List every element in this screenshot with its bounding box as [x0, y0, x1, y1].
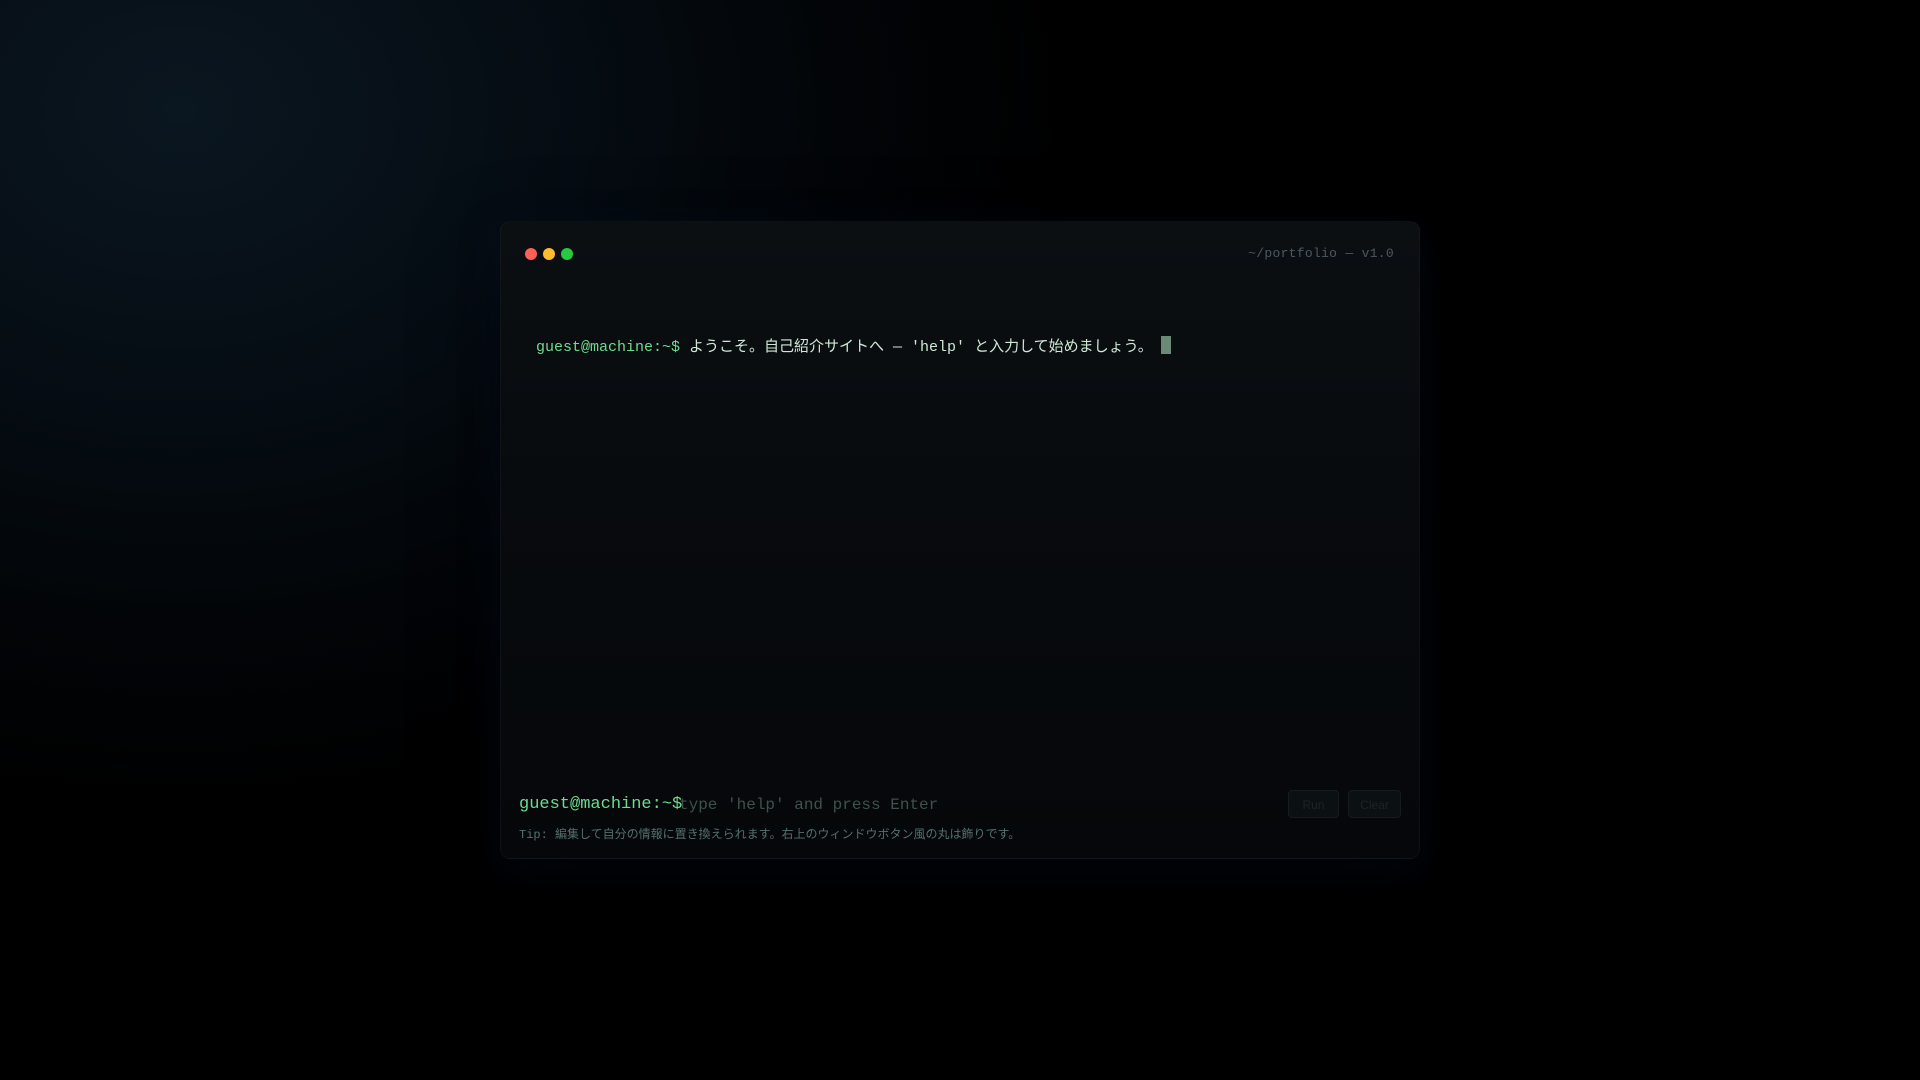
- minimize-dot-icon: [543, 248, 555, 260]
- cursor-block: [1160, 336, 1171, 354]
- window-title: ~/portfolio — v1.0: [1248, 246, 1394, 261]
- terminal-output: guest@machine:~$ ようこそ。自己紹介サイトへ — 'help' …: [536, 288, 1395, 748]
- maximize-dot-icon: [561, 248, 573, 260]
- clear-button[interactable]: Clear: [1348, 790, 1401, 818]
- command-row: guest@machine:~$ Run Clear: [519, 788, 1401, 822]
- output-prompt: guest@machine:~$: [536, 339, 681, 356]
- command-input[interactable]: [679, 790, 1269, 820]
- title-bar: ~/portfolio — v1.0: [501, 222, 1419, 282]
- tip-text: Tip: 編集して自分の情報に置き換えられます。右上のウィンドウボタン風の丸は飾…: [519, 828, 1021, 842]
- output-line: guest@machine:~$ ようこそ。自己紹介サイトへ — 'help' …: [536, 336, 1395, 360]
- welcome-message: ようこそ。自己紹介サイトへ — 'help' と入力して始めましょう。: [689, 339, 1153, 356]
- terminal-window: ~/portfolio — v1.0 guest@machine:~$ ようこそ…: [500, 221, 1420, 859]
- run-button[interactable]: Run: [1288, 790, 1339, 818]
- close-dot-icon: [525, 248, 537, 260]
- input-prompt: guest@machine:~$: [519, 795, 683, 814]
